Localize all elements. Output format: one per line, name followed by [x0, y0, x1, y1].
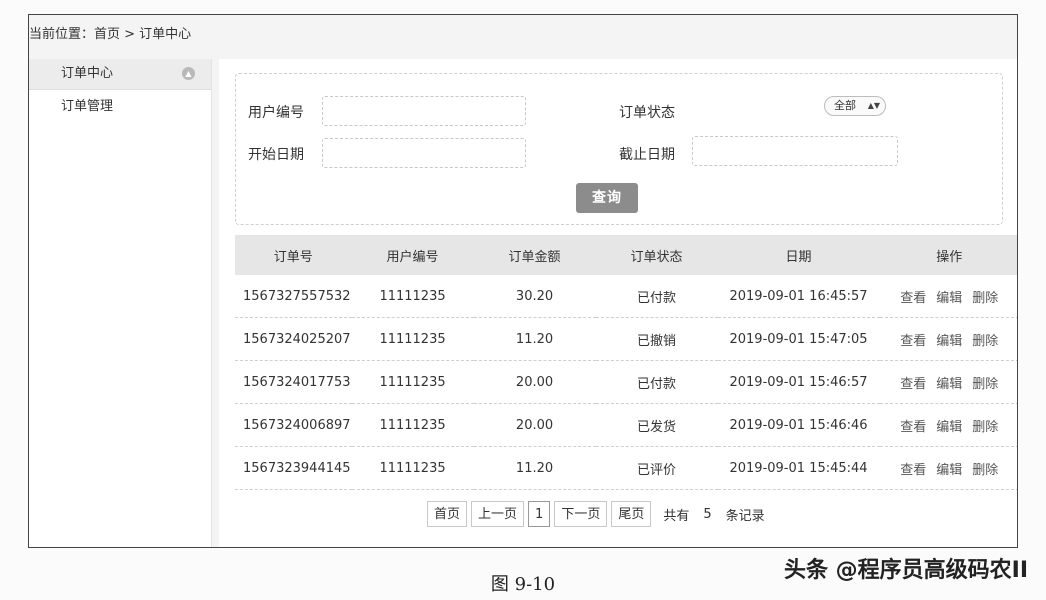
table-header-row: 订单号 用户编号 订单金额 订单状态 日期 操作: [235, 235, 1017, 275]
select-arrows-icon: ▲▼: [867, 101, 880, 110]
amount-cell: 11.20: [473, 446, 596, 490]
user-id-input[interactable]: [322, 96, 526, 126]
col-header-order-id: 订单号: [235, 235, 352, 275]
view-link[interactable]: 查看: [900, 334, 926, 349]
user-id-label: 用户编号: [248, 105, 304, 121]
table-row: 1567323944145 11111235 11.20 已评价 2019-09-01 …: [235, 446, 1017, 490]
table-row: 1567324025207 11111235 11.20 已撤销 2019-09-01 …: [235, 317, 1017, 361]
col-header-user-id: 用户编号: [351, 235, 474, 275]
table-row: 1567324006897 11111235 20.00 已发货 2019-09-01 …: [235, 403, 1017, 447]
search-panel: 用户编号 订单状态 全部 ▲▼ 开始日期 截止日期 查询: [235, 73, 1003, 225]
order-status-label: 订单状态: [619, 105, 675, 121]
app-frame: 当前位置：首页 > 订单中心 订单中心 ▲ 订单管理 用户编号 订单状态 全部 …: [28, 14, 1018, 548]
sidebar-group-order-center[interactable]: 订单中心 ▲: [29, 59, 211, 90]
user-id-cell: 11111235: [351, 446, 474, 490]
page-prev-button[interactable]: 上一页: [471, 501, 525, 527]
total-suffix: 条记录: [725, 508, 765, 524]
col-header-amount: 订单金额: [473, 235, 596, 275]
date-cell: 2019-09-01 15:47:05: [717, 317, 880, 361]
actions-cell: 查看 编辑 删除: [879, 360, 1017, 404]
col-header-status: 订单状态: [595, 235, 718, 275]
status-cell: 已付款: [595, 275, 718, 318]
main-content: 用户编号 订单状态 全部 ▲▼ 开始日期 截止日期 查询 订单号 用户编号 订单…: [219, 59, 1017, 547]
actions-cell: 查看 编辑 删除: [879, 446, 1017, 490]
edit-link[interactable]: 编辑: [936, 463, 962, 478]
actions-cell: 查看 编辑 删除: [879, 403, 1017, 447]
delete-link[interactable]: 删除: [972, 420, 998, 435]
page-first-button[interactable]: 首页: [427, 501, 468, 527]
delete-link[interactable]: 删除: [972, 334, 998, 349]
sidebar: 订单中心 ▲ 订单管理: [29, 59, 212, 547]
orders-table: 订单号 用户编号 订单金额 订单状态 日期 操作 1567327557532 11…: [235, 235, 1017, 490]
amount-cell: 30.20: [473, 275, 596, 318]
status-cell: 已发货: [595, 403, 718, 447]
page-next-button[interactable]: 下一页: [554, 501, 608, 527]
order-id-cell: 1567323944145: [235, 446, 352, 490]
amount-cell: 20.00: [473, 403, 596, 447]
start-date-label: 开始日期: [248, 147, 304, 163]
collapse-icon[interactable]: ▲: [182, 67, 195, 80]
date-cell: 2019-09-01 15:46:57: [717, 360, 880, 404]
status-cell: 已付款: [595, 360, 718, 404]
order-id-cell: 1567324006897: [235, 403, 352, 447]
page-current[interactable]: 1: [528, 501, 551, 527]
order-id-cell: 1567324017753: [235, 360, 352, 404]
delete-link[interactable]: 删除: [972, 463, 998, 478]
date-cell: 2019-09-01 16:45:57: [717, 275, 880, 318]
page-last-button[interactable]: 尾页: [611, 501, 652, 527]
view-link[interactable]: 查看: [900, 377, 926, 392]
amount-cell: 20.00: [473, 360, 596, 404]
end-date-input[interactable]: [692, 136, 898, 166]
delete-link[interactable]: 删除: [972, 291, 998, 306]
amount-cell: 11.20: [473, 317, 596, 361]
date-cell: 2019-09-01 15:45:44: [717, 446, 880, 490]
actions-cell: 查看 编辑 删除: [879, 275, 1017, 318]
figure-caption: 图 9-10: [490, 574, 556, 595]
user-id-cell: 11111235: [351, 317, 474, 361]
order-status-value: 全部: [834, 99, 856, 112]
total-prefix: 共有: [663, 508, 690, 524]
end-date-label: 截止日期: [619, 147, 675, 163]
edit-link[interactable]: 编辑: [936, 291, 962, 306]
user-id-cell: 11111235: [351, 360, 474, 404]
start-date-input[interactable]: [322, 138, 526, 168]
actions-cell: 查看 编辑 删除: [879, 317, 1017, 361]
edit-link[interactable]: 编辑: [936, 334, 962, 349]
view-link[interactable]: 查看: [900, 291, 926, 306]
table-row: 1567327557532 11111235 30.20 已付款 2019-09-01 …: [235, 275, 1017, 318]
edit-link[interactable]: 编辑: [936, 420, 962, 435]
order-id-cell: 1567327557532: [235, 275, 352, 318]
view-link[interactable]: 查看: [900, 420, 926, 435]
col-header-date: 日期: [717, 235, 880, 275]
breadcrumb: 当前位置：首页 > 订单中心: [29, 27, 192, 42]
user-id-cell: 11111235: [351, 275, 474, 318]
delete-link[interactable]: 删除: [972, 377, 998, 392]
date-cell: 2019-09-01 15:46:46: [717, 403, 880, 447]
edit-link[interactable]: 编辑: [936, 377, 962, 392]
status-cell: 已撤销: [595, 317, 718, 361]
table-row: 1567324017753 11111235 20.00 已付款 2019-09-01 …: [235, 360, 1017, 404]
pagination: 首页 上一页 1 下一页 尾页 共有 5 条记录: [427, 499, 765, 529]
view-link[interactable]: 查看: [900, 463, 926, 478]
total-count: 5: [703, 506, 712, 522]
query-button[interactable]: 查询: [576, 183, 638, 213]
sidebar-group-label: 订单中心: [61, 66, 114, 81]
user-id-cell: 11111235: [351, 403, 474, 447]
order-status-select[interactable]: 全部 ▲▼: [824, 96, 886, 116]
sidebar-item-order-management[interactable]: 订单管理: [29, 90, 211, 124]
status-cell: 已评价: [595, 446, 718, 490]
order-id-cell: 1567324025207: [235, 317, 352, 361]
col-header-actions: 操作: [879, 235, 1017, 275]
